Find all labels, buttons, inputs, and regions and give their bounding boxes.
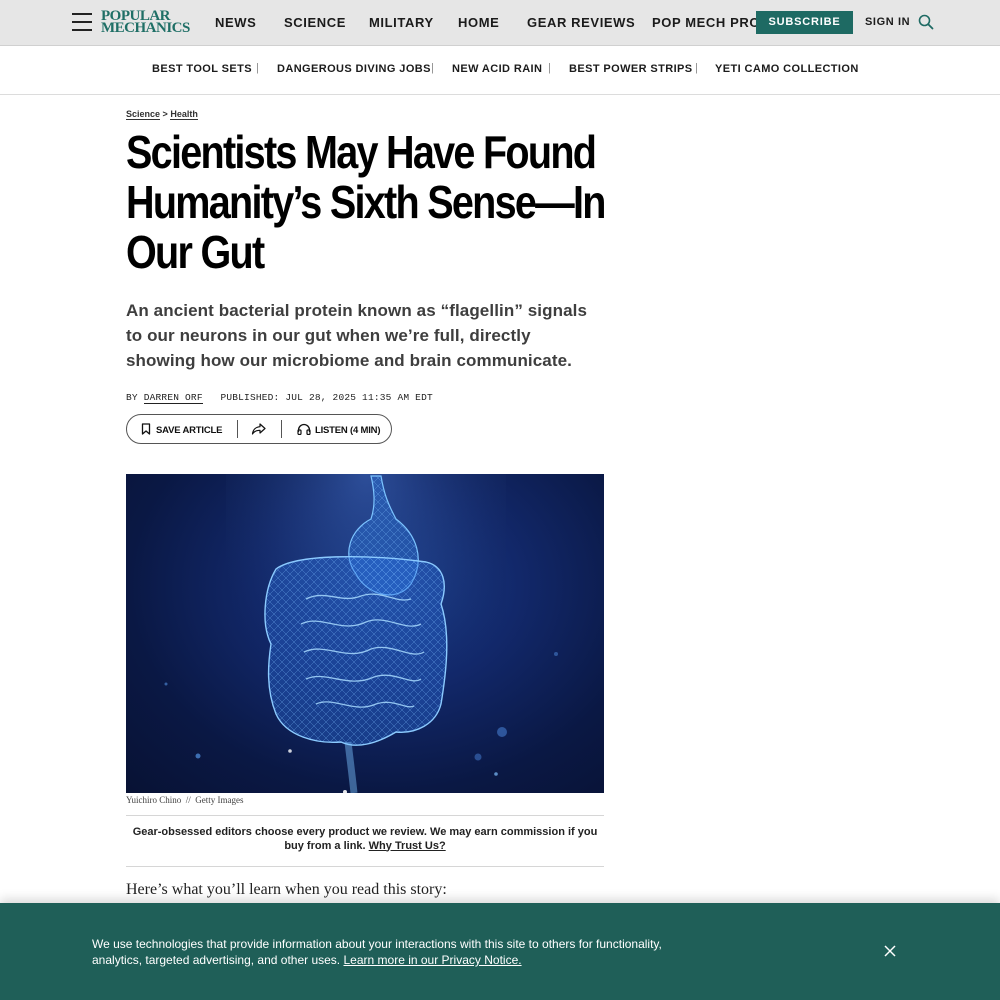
by-label: BY [126, 392, 138, 403]
image-credit: Yuichiro Chino // Getty Images [126, 795, 244, 805]
subscribe-button[interactable]: SUBSCRIBE [756, 11, 853, 34]
trending-separator: | [695, 62, 698, 74]
breadcrumb-science[interactable]: Science [126, 109, 161, 120]
trending-links-bar: BEST TOOL SETS | DANGEROUS DIVING JOBS |… [0, 46, 1000, 95]
affiliate-disclaimer: Gear-obsessed editors choose every produ… [126, 815, 604, 867]
breadcrumb-health[interactable]: Health [170, 109, 198, 120]
cookie-banner: We use technologies that provide informa… [0, 903, 1000, 1000]
nav-gear-reviews[interactable]: GEAR REVIEWS [527, 15, 635, 30]
action-divider [281, 420, 282, 438]
why-trust-us-link[interactable]: Why Trust Us? [369, 840, 446, 852]
disclaimer-text: Gear-obsessed editors choose every produ… [132, 826, 598, 852]
nav-military[interactable]: MILITARY [369, 15, 434, 30]
trending-link[interactable]: DANGEROUS DIVING JOBS [277, 63, 431, 75]
article-headline: Scientists May Have Found Humanity’s Six… [126, 126, 606, 278]
save-article-button[interactable]: SAVE ARTICLE [141, 423, 222, 436]
action-divider [237, 420, 238, 438]
search-icon[interactable] [918, 14, 934, 30]
sign-in-link[interactable]: SIGN IN [865, 16, 910, 28]
save-article-label: SAVE ARTICLE [156, 425, 223, 436]
nav-news[interactable]: NEWS [215, 15, 256, 30]
byline: BY DARREN ORF PUBLISHED: JUL 28, 2025 11… [126, 392, 433, 404]
trending-separator: | [431, 62, 434, 74]
trending-link[interactable]: YETI CAMO COLLECTION [715, 63, 859, 75]
share-icon[interactable] [250, 421, 268, 437]
trending-link[interactable]: NEW ACID RAIN [452, 63, 542, 75]
disclaimer-paragraph: Gear-obsessed editors choose every produ… [126, 826, 604, 853]
logo-line-2: MECHANICS [101, 20, 190, 36]
trending-separator: | [256, 62, 259, 74]
learn-intro: Here’s what you’ll learn when you read t… [126, 881, 447, 898]
hero-image [126, 474, 604, 793]
nav-science[interactable]: SCIENCE [284, 15, 346, 30]
article-actions: SAVE ARTICLE LISTEN (4 MIN) [126, 414, 392, 444]
image-source: Getty Images [195, 795, 244, 805]
breadcrumb-separator: > [162, 109, 168, 119]
article-dek: An ancient bacterial protein known as “f… [126, 301, 588, 370]
trending-separator: | [548, 62, 551, 74]
listen-label: LISTEN (4 MIN) [315, 425, 381, 436]
trending-link[interactable]: BEST POWER STRIPS [569, 63, 693, 75]
breadcrumb: Science > Health [126, 109, 198, 120]
digestive-system-illustration [164, 474, 558, 793]
listen-button[interactable]: LISTEN (4 MIN) [297, 423, 380, 436]
credit-separator: // [185, 795, 191, 805]
bookmark-icon [141, 423, 151, 435]
top-navigation: POPULAR MECHANICS NEWS SCIENCE MILITARY … [0, 0, 1000, 46]
photographer: Yuichiro Chino [126, 795, 182, 805]
nav-pop-mech-pro[interactable]: POP MECH PRO [652, 15, 760, 30]
close-icon[interactable] [884, 945, 896, 957]
nav-home[interactable]: HOME [458, 15, 499, 30]
site-logo[interactable]: POPULAR MECHANICS [101, 9, 197, 36]
headphones-icon [297, 423, 311, 436]
cookie-message: We use technologies that provide informa… [92, 936, 672, 968]
author-link[interactable]: DARREN ORF [143, 392, 203, 404]
privacy-notice-link[interactable]: Learn more in our Privacy Notice. [344, 953, 522, 967]
published-date: PUBLISHED: JUL 28, 2025 11:35 AM EDT [220, 392, 433, 403]
trending-link[interactable]: BEST TOOL SETS [152, 63, 252, 75]
hamburger-menu-icon[interactable] [72, 13, 92, 31]
